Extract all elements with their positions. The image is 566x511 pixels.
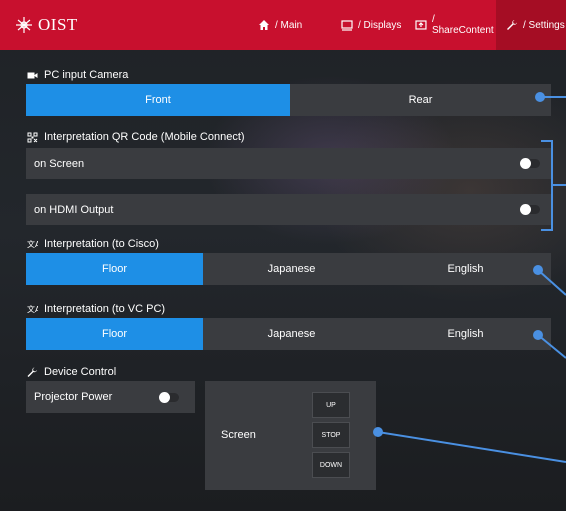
- nav-main-label: / Main: [275, 19, 303, 31]
- interp-cisco-selector: Floor Japanese English: [26, 253, 551, 285]
- qr-icon: [27, 132, 38, 142]
- device-title: Device Control: [44, 366, 117, 378]
- qr-on-screen-toggle[interactable]: [520, 158, 540, 169]
- toggle-knob: [159, 392, 170, 403]
- top-bar: OIST / Main / Displays / ShareContent / …: [0, 0, 566, 50]
- svg-text:文A: 文A: [27, 304, 38, 314]
- qr-hdmi-label: on HDMI Output: [34, 203, 114, 216]
- qr-title: Interpretation QR Code (Mobile Connect): [44, 131, 245, 143]
- translate-icon: 文A: [27, 304, 38, 314]
- oist-logo: OIST: [14, 14, 78, 36]
- nav-main[interactable]: / Main: [258, 0, 322, 50]
- camera-section-title: PC input Camera: [27, 69, 128, 81]
- nav-sharecontent-label: / ShareContent: [431, 14, 494, 36]
- interp-cisco-title-row: 文A Interpretation (to Cisco): [27, 238, 159, 250]
- camera-rear-button[interactable]: Rear: [290, 84, 551, 116]
- camera-selector: Front Rear: [26, 84, 551, 116]
- nav-displays[interactable]: / Displays: [341, 0, 405, 50]
- translate-icon: 文A: [27, 239, 38, 249]
- camera-title: PC input Camera: [44, 69, 129, 81]
- toggle-knob: [520, 204, 531, 215]
- interp-cisco-title: Interpretation (to Cisco): [44, 238, 159, 250]
- projector-power-toggle[interactable]: [159, 392, 179, 403]
- projector-power-label: Projector Power: [34, 391, 113, 403]
- nav-sharecontent[interactable]: / ShareContent: [415, 0, 499, 50]
- svg-text:文A: 文A: [27, 239, 38, 249]
- interp-vcpc-japanese-button[interactable]: Japanese: [203, 318, 380, 350]
- logo-text: OIST: [38, 15, 78, 34]
- projector-power-row: Projector Power: [26, 381, 195, 413]
- qr-section-title: Interpretation QR Code (Mobile Connect): [27, 131, 245, 143]
- interp-cisco-japanese-button[interactable]: Japanese: [203, 253, 380, 285]
- interp-vcpc-floor-button[interactable]: Floor: [26, 318, 203, 350]
- screen-label: Screen: [221, 429, 256, 441]
- toggle-knob: [520, 158, 531, 169]
- share-icon: [415, 20, 427, 30]
- nav-settings-label: / Settings: [523, 19, 565, 31]
- qr-hdmi-toggle[interactable]: [520, 204, 540, 215]
- screen-down-button[interactable]: DOWN: [312, 452, 350, 478]
- qr-on-screen-row: on Screen: [26, 148, 551, 179]
- device-section-title-row: Device Control: [27, 366, 116, 378]
- interp-vcpc-selector: Floor Japanese English: [26, 318, 551, 350]
- screen-control-panel: Screen UP STOP DOWN: [205, 381, 376, 490]
- wrench-icon: [507, 20, 517, 30]
- oist-logo-icon: [16, 17, 32, 33]
- qr-hdmi-row: on HDMI Output: [26, 194, 551, 225]
- screen-up-button[interactable]: UP: [312, 392, 350, 418]
- home-icon: [259, 20, 269, 30]
- display-icon: [341, 20, 353, 31]
- interp-vcpc-title-row: 文A Interpretation (to VC PC): [27, 303, 165, 315]
- interp-cisco-floor-button[interactable]: Floor: [26, 253, 203, 285]
- qr-on-screen-label: on Screen: [34, 157, 85, 170]
- interp-cisco-english-button[interactable]: English: [380, 253, 551, 285]
- settings-page: OIST / Main / Displays / ShareContent / …: [0, 0, 566, 511]
- nav-displays-label: / Displays: [358, 19, 402, 31]
- screen-stop-button[interactable]: STOP: [312, 422, 350, 448]
- camera-front-button[interactable]: Front: [26, 84, 290, 116]
- wrench-icon: [27, 367, 37, 377]
- camera-icon: [27, 72, 38, 78]
- interp-vcpc-english-button[interactable]: English: [380, 318, 551, 350]
- interp-vcpc-title: Interpretation (to VC PC): [44, 303, 166, 315]
- nav-settings[interactable]: / Settings: [496, 0, 566, 50]
